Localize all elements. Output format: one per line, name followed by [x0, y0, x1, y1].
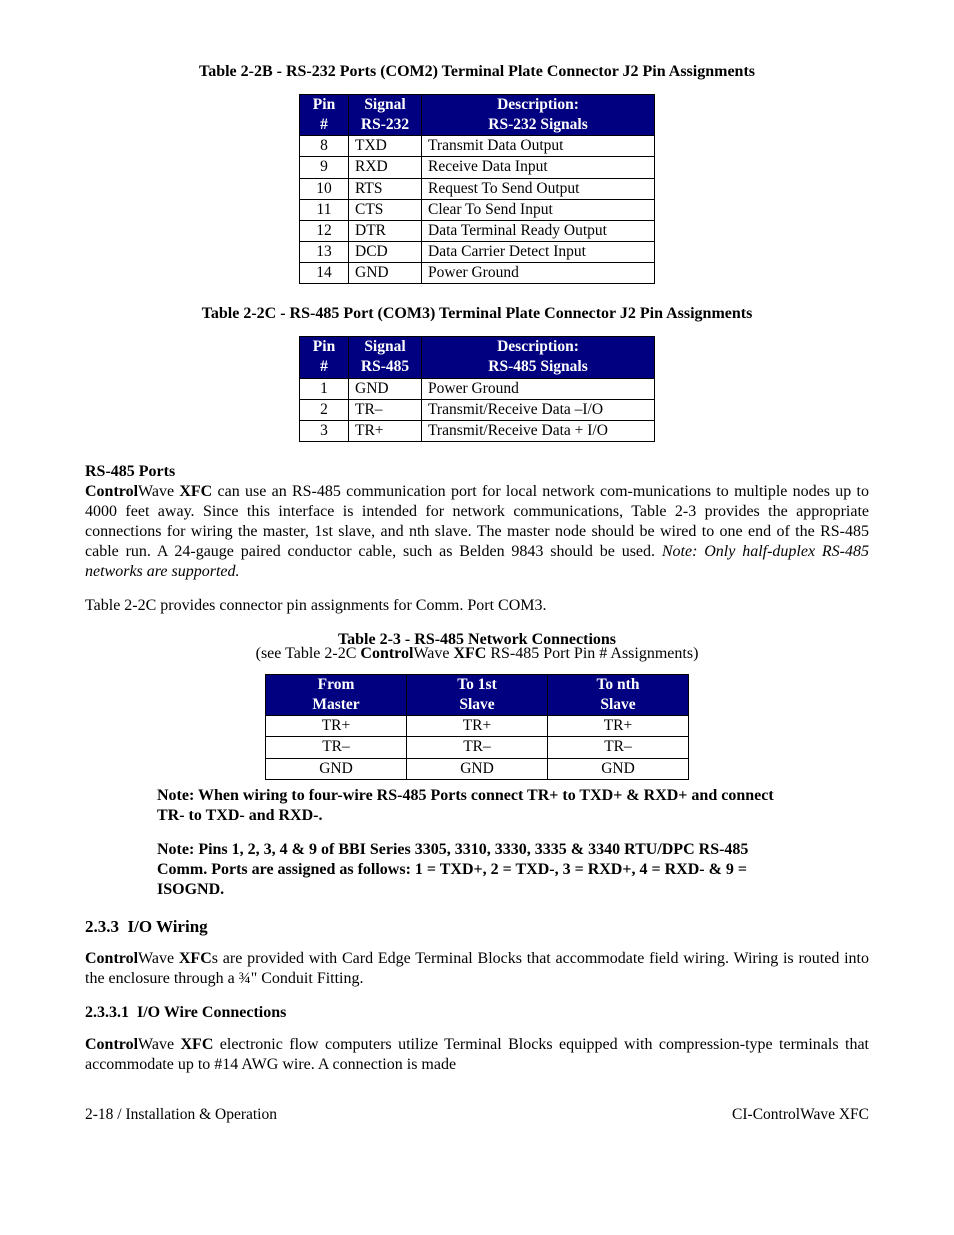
th: Description:	[497, 96, 579, 113]
footer-left: 2-18 / Installation & Operation	[85, 1105, 277, 1124]
th: RS-485 Signals	[488, 358, 588, 375]
th: Signal	[364, 338, 405, 355]
th: RS-232 Signals	[488, 116, 588, 133]
section-2-3-3-para: ControlWave XFCs are provided with Card …	[85, 949, 869, 989]
table-2-2b-title: Table 2-2B - RS-232 Ports (COM2) Termina…	[85, 62, 869, 82]
rs485-para1: ControlWave XFC can use an RS-485 commun…	[85, 482, 869, 582]
th: RS-485	[361, 358, 409, 375]
table-row: 14GNDPower Ground	[300, 263, 655, 284]
th: Pin	[313, 338, 335, 355]
th: Signal	[364, 96, 405, 113]
th: To nth	[597, 676, 640, 693]
table-2-2c-title: Table 2-2C - RS-485 Port (COM3) Terminal…	[85, 304, 869, 324]
table-row: 11CTSClear To Send Input	[300, 199, 655, 220]
table-row: 13DCDData Carrier Detect Input	[300, 241, 655, 262]
table-row: 10RTSRequest To Send Output	[300, 178, 655, 199]
th: Description:	[497, 338, 579, 355]
table-row: 8TXDTransmit Data Output	[300, 136, 655, 157]
note-1: Note: When wiring to four-wire RS-485 Po…	[157, 786, 797, 826]
table-2-3-notes: Note: When wiring to four-wire RS-485 Po…	[157, 786, 797, 900]
table-row: TR–TR–TR–	[266, 737, 689, 758]
th: Master	[312, 696, 359, 713]
th: Slave	[459, 696, 494, 713]
note-2: Note: Pins 1, 2, 3, 4 & 9 of BBI Series …	[157, 840, 797, 900]
table-row: 2TR–Transmit/Receive Data –I/O	[300, 399, 655, 420]
table-row: GNDGNDGND	[266, 758, 689, 779]
table-2-3: From Master To 1st Slave To nth Slave TR+TR…	[265, 674, 689, 780]
th: #	[320, 116, 328, 133]
section-2-3-3-heading: 2.3.3 I/O Wiring	[85, 916, 869, 937]
th: #	[320, 358, 328, 375]
table-row: 12DTRData Terminal Ready Output	[300, 220, 655, 241]
table-2-3-subcaption: (see Table 2-2C ControlWave XFC RS-485 P…	[85, 644, 869, 664]
section-2-3-3-1-para: ControlWave XFC electronic flow computer…	[85, 1035, 869, 1075]
th: RS-232	[361, 116, 409, 133]
table-row: TR+TR+TR+	[266, 716, 689, 737]
rs485-para2: Table 2-2C provides connector pin assign…	[85, 596, 869, 616]
table-row: 3TR+Transmit/Receive Data + I/O	[300, 420, 655, 441]
table-row: 9RXDReceive Data Input	[300, 157, 655, 178]
rs485-heading: RS-485 Ports	[85, 462, 869, 482]
th: Slave	[600, 696, 635, 713]
th: To 1st	[457, 676, 496, 693]
page-footer: 2-18 / Installation & Operation CI-Contr…	[85, 1105, 869, 1124]
section-2-3-3-1-heading: 2.3.3.1 I/O Wire Connections	[85, 1003, 869, 1023]
table-2-2b: Pin # Signal RS-232 Description: RS-232 Sig…	[299, 94, 655, 284]
th: Pin	[313, 96, 335, 113]
footer-right: CI-ControlWave XFC	[732, 1105, 869, 1124]
table-2-2c: Pin # Signal RS-485 Description: RS-485 Sig…	[299, 336, 655, 442]
table-row: 1GNDPower Ground	[300, 378, 655, 399]
th: From	[318, 676, 355, 693]
